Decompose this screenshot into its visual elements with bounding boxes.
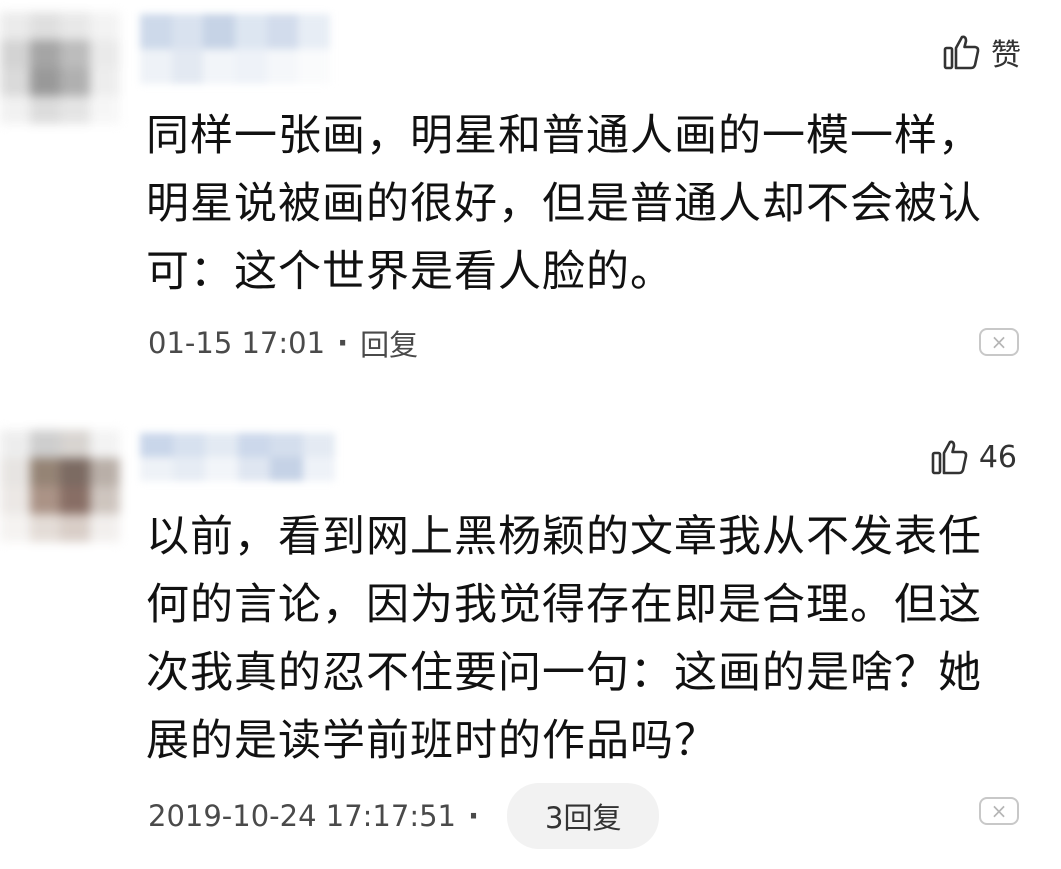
separator: · [468,799,480,833]
dismiss-button[interactable]: × [979,328,1019,356]
like-label: 赞 [991,38,1021,73]
username[interactable] [140,14,330,84]
view-replies-button[interactable]: 3回复 [507,783,660,849]
comment-body: 以前，看到网上黑杨颖的文章我从不发表任 何的言论，因为我觉得存在即是合理。但这 … [146,503,1006,775]
comment-line: 明星说被画的很好，但是普通人却不会被认 [146,179,982,229]
timestamp: 01-15 17:01 [148,326,326,360]
comment-line: 同样一张画，明星和普通人画的一模一样， [146,111,982,161]
comment-item: 赞 同样一张画，明星和普通人画的一模一样， 明星说被画的很好，但是普通人却不会被… [0,0,1061,380]
comment-meta: 2019-10-24 17:17:51 · 3回复 [148,783,660,849]
timestamp: 2019-10-24 17:17:51 [148,799,456,833]
close-icon: × [990,330,1008,354]
reply-button[interactable]: 回复 [360,322,418,364]
separator: · [337,326,349,360]
close-icon: × [990,799,1008,823]
like-button[interactable]: 赞 [943,30,1021,74]
username[interactable] [140,433,335,481]
avatar[interactable] [0,12,120,124]
thumbs-up-icon [943,33,981,71]
dismiss-button[interactable]: × [979,797,1019,825]
avatar[interactable] [0,430,120,542]
comment-meta: 01-15 17:01 · 回复 [148,322,418,364]
comment-line: 次我真的忍不住要问一句：这画的是啥？她 [146,648,982,698]
comment-line: 展的是读学前班时的作品吗？ [146,716,718,766]
comment-item: 46 以前，看到网上黑杨颖的文章我从不发表任 何的言论，因为我觉得存在即是合理。… [0,415,1061,869]
like-button[interactable]: 46 [931,438,1017,476]
thumbs-up-icon [931,438,969,476]
comment-line: 可：这个世界是看人脸的。 [146,247,674,297]
comment-feed: 赞 同样一张画，明星和普通人画的一模一样， 明星说被画的很好，但是普通人却不会被… [0,0,1061,869]
comment-line: 何的言论，因为我觉得存在即是合理。但这 [146,580,982,630]
like-count: 46 [978,439,1017,475]
comment-line: 以前，看到网上黑杨颖的文章我从不发表任 [146,512,982,562]
comment-body: 同样一张画，明星和普通人画的一模一样， 明星说被画的很好，但是普通人却不会被认 … [146,102,1006,306]
